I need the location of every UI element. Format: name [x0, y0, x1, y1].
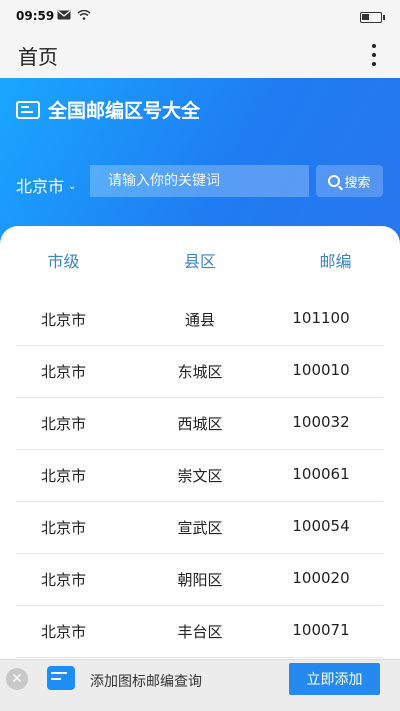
city-label: 北京市: [16, 177, 65, 196]
city-selector[interactable]: 北京市 ⌄: [16, 173, 76, 197]
cell-postcode: 100020: [292, 569, 350, 587]
cell-district: 东城区: [177, 363, 223, 381]
hero-title-row: 全国邮编区号大全: [16, 96, 200, 123]
cell-city: 北京市: [40, 519, 86, 537]
card-icon: [16, 100, 40, 119]
app-bar: 首页: [0, 34, 400, 78]
table-row[interactable]: 北京市 通县 101100: [16, 294, 383, 346]
table-header: 市级 县区 邮编: [0, 248, 400, 272]
search-icon: [328, 175, 341, 187]
cell-postcode: 100071: [292, 621, 350, 639]
header-district: 县区: [183, 252, 216, 271]
table-row[interactable]: 北京市 丰台区 100071: [16, 606, 383, 658]
results-panel: 市级 县区 邮编 北京市 通县 101100 北京市 东城区 100010 北京…: [0, 226, 400, 711]
chevron-down-icon: ⌄: [68, 180, 77, 192]
status-time: 09:59: [16, 9, 55, 23]
cell-postcode: 100061: [292, 465, 350, 483]
cell-city: 北京市: [40, 311, 86, 329]
cell-postcode: 100010: [292, 361, 350, 379]
cell-city: 北京市: [40, 571, 86, 589]
more-menu-icon[interactable]: [370, 42, 378, 68]
header-postcode: 邮编: [319, 252, 352, 271]
status-bar: 09:59: [0, 0, 400, 34]
cell-district: 丰台区: [177, 623, 223, 641]
status-icons: [57, 10, 91, 20]
table-row[interactable]: 北京市 朝阳区 100020: [16, 554, 383, 606]
cell-postcode: 101100: [292, 309, 350, 327]
battery-icon: [360, 12, 385, 23]
search-button-label: 搜索: [344, 175, 371, 191]
search-button[interactable]: 搜索: [316, 165, 383, 197]
cell-postcode: 100032: [292, 413, 350, 431]
page-title: 首页: [18, 45, 58, 69]
cell-district: 通县: [184, 311, 215, 329]
table-body: 北京市 通县 101100 北京市 东城区 100010 北京市 西城区 100…: [16, 294, 383, 658]
app-icon: [47, 666, 75, 690]
wifi-icon: [77, 10, 91, 20]
table-row[interactable]: 北京市 宣武区 100054: [16, 502, 383, 554]
mail-icon: [57, 10, 71, 20]
cell-district: 朝阳区: [177, 571, 223, 589]
add-shortcut-banner: ✕ 添加图标邮编查询 立即添加: [0, 659, 400, 711]
cell-city: 北京市: [40, 363, 86, 381]
close-icon[interactable]: ✕: [6, 668, 28, 690]
add-now-button[interactable]: 立即添加: [289, 663, 380, 695]
cell-postcode: 100054: [292, 517, 350, 535]
cell-city: 北京市: [40, 415, 86, 433]
search-input[interactable]: [90, 165, 309, 197]
cell-district: 宣武区: [177, 519, 223, 537]
cell-district: 崇文区: [177, 467, 223, 485]
hero-title: 全国邮编区号大全: [48, 100, 201, 122]
cell-city: 北京市: [40, 623, 86, 641]
cell-city: 北京市: [40, 467, 86, 485]
header-city: 市级: [47, 252, 80, 271]
cell-district: 西城区: [177, 415, 223, 433]
table-row[interactable]: 北京市 崇文区 100061: [16, 450, 383, 502]
banner-text: 添加图标邮编查询: [90, 674, 202, 690]
table-row[interactable]: 北京市 西城区 100032: [16, 398, 383, 450]
table-row[interactable]: 北京市 东城区 100010: [16, 346, 383, 398]
